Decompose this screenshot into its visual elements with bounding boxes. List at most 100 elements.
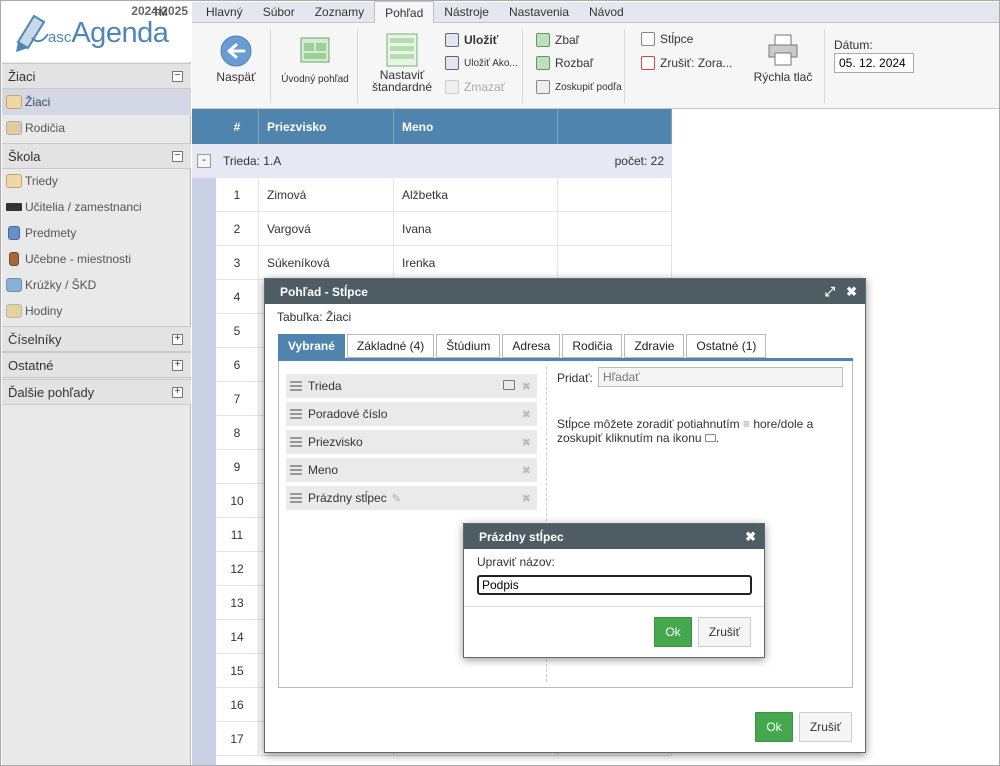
collapse-icon[interactable]: − [172, 151, 183, 162]
group-collapse-icon[interactable]: - [197, 154, 211, 168]
sidebar-item-ucitelia[interactable]: Učitelia / zamestnanci [2, 194, 191, 220]
back-button[interactable]: Naspäť [212, 35, 260, 84]
cancel-button[interactable]: Zrušiť [698, 617, 751, 647]
column-item[interactable]: Prázdny stĺpec ✎ ✖ [286, 486, 537, 510]
column-name-field[interactable] [477, 575, 752, 595]
column-item[interactable]: Poradové číslo ✖ [286, 402, 537, 426]
remove-icon[interactable]: ✖ [522, 464, 531, 477]
back-label: Naspäť [216, 70, 256, 84]
remove-icon[interactable]: ✖ [522, 436, 531, 449]
cell-num: 9 [216, 450, 259, 483]
remove-icon[interactable]: ✖ [522, 380, 531, 393]
col-header-number[interactable]: # [216, 109, 259, 144]
group-icon [536, 80, 550, 94]
sidebar-item-ucebne[interactable]: Učebne - miestnosti [2, 246, 191, 272]
set-default-button[interactable]: Nastaviť štandardné [366, 33, 438, 93]
cell-num: 5 [216, 314, 259, 347]
maximize-icon[interactable]: ⤢ [825, 284, 835, 300]
remove-icon[interactable]: ✖ [522, 492, 531, 505]
drag-handle-icon[interactable] [290, 437, 302, 447]
pencil-icon[interactable]: ✎ [392, 492, 401, 505]
drag-handle-icon[interactable] [290, 493, 302, 503]
tab-ostatne[interactable]: Ostatné (1) [686, 334, 767, 358]
dialog-titlebar[interactable]: Pohľad - Stĺpce ⤢ ✖ [265, 279, 865, 304]
close-icon[interactable]: ✖ [846, 284, 857, 300]
tab-nastavenia[interactable]: Nastavenia [499, 1, 579, 22]
sidebar-item-triedy[interactable]: Triedy [2, 168, 191, 194]
tab-navod[interactable]: Návod [579, 1, 634, 22]
tab-zakladne[interactable]: Základné (4) [346, 334, 435, 358]
tab-zdravie[interactable]: Zdravie [624, 334, 685, 358]
folder-icon[interactable] [503, 380, 515, 390]
tab-vybrane[interactable]: Vybrané [278, 334, 345, 358]
sidebar-section-dalsie-pohlady[interactable]: Ďalšie pohľady + [2, 379, 191, 405]
sidebar-section-ostatne[interactable]: Ostatné + [2, 352, 191, 378]
tab-rodicia[interactable]: Rodičia [562, 334, 623, 358]
quick-print-button[interactable]: Rýchla tlač [750, 33, 816, 84]
table-row[interactable]: 3 Súkeníková Irenka [216, 246, 672, 280]
tab-nastroje[interactable]: Nástroje [434, 1, 499, 22]
col-header-name[interactable]: Meno [394, 109, 558, 144]
column-item-label: Trieda [308, 379, 342, 393]
col-header-surname[interactable]: Priezvisko [259, 109, 394, 144]
column-item[interactable]: Trieda ✖ [286, 374, 537, 398]
hint-part: . [715, 431, 720, 445]
tab-studium[interactable]: Štúdium [436, 334, 501, 358]
group-row[interactable]: - Trieda: 1.A počet: 22 [192, 144, 672, 178]
table-row[interactable]: 1 Zimová Alžbetka [216, 178, 672, 212]
expand-icon[interactable]: + [172, 334, 183, 345]
tab-zoznamy[interactable]: Zoznamy [305, 1, 374, 22]
brand-prefix: asc [48, 29, 72, 46]
sidebar-item-hodiny[interactable]: Hodiny [2, 298, 191, 324]
lessons-icon [6, 304, 22, 318]
column-item[interactable]: Meno ✖ [286, 458, 537, 482]
delete-button[interactable]: Zmazať [445, 80, 505, 94]
sidebar-item-predmety[interactable]: Predmety [2, 220, 191, 246]
sidebar-section-ziaci[interactable]: Žiaci − [2, 63, 191, 89]
save-as-button[interactable]: Uložiť Ako... [445, 56, 518, 70]
columns-button[interactable]: Stĺpce [641, 32, 693, 46]
table-row[interactable]: 2 Vargová Ivana [216, 212, 672, 246]
date-label: Dátum: [834, 38, 873, 52]
search-input[interactable] [598, 367, 843, 387]
save-button[interactable]: Uložiť [445, 33, 498, 47]
drag-handle-icon[interactable] [290, 381, 302, 391]
columns-dialog: Pohľad - Stĺpce ⤢ ✖ Tabuľka: Žiaci Vybra… [264, 278, 866, 753]
subdialog-titlebar[interactable]: Prázdny stĺpec ✖ [464, 524, 764, 549]
close-icon[interactable]: ✖ [745, 529, 756, 545]
tab-hlavny[interactable]: Hlavný [196, 1, 253, 22]
home-view-button[interactable]: Úvodný pohľad [280, 37, 350, 85]
sidebar-item-kruzky[interactable]: Krúžky / ŠKD [2, 272, 191, 298]
tab-adresa[interactable]: Adresa [502, 334, 561, 358]
column-item[interactable]: Priezvisko ✖ [286, 430, 537, 454]
tab-subor[interactable]: Súbor [253, 1, 305, 22]
subdialog-title: Prázdny stĺpec [479, 529, 564, 544]
remove-icon[interactable]: ✖ [522, 408, 531, 421]
cancel-sort-button[interactable]: Zrušiť: Zora... [641, 56, 733, 70]
tab-pohlad[interactable]: Pohľad [374, 1, 435, 23]
expand-all-button[interactable]: Rozbaľ [536, 56, 593, 70]
default-view-icon [386, 33, 418, 67]
collapse-all-button[interactable]: Zbaľ [536, 33, 579, 47]
date-field[interactable] [834, 53, 914, 73]
drag-handle-icon[interactable] [290, 409, 302, 419]
cancel-button[interactable]: Zrušiť [799, 712, 852, 742]
collapse-icon[interactable]: − [172, 71, 183, 82]
ok-button[interactable]: Ok [654, 617, 692, 647]
sidebar-item-rodicia[interactable]: Rodičia [2, 115, 191, 141]
ribbon-divider [824, 29, 825, 103]
expand-icon[interactable]: + [172, 360, 183, 371]
ok-button[interactable]: Ok [755, 712, 793, 742]
group-by-button[interactable]: Zoskupiť podľa [536, 80, 622, 94]
collapse-label: Zbaľ [555, 33, 580, 47]
cell-empty [558, 212, 672, 245]
cell-name: Ivana [394, 212, 558, 245]
sidebar-section-ciselniky[interactable]: Číselníky + [2, 326, 191, 352]
drag-handle-icon[interactable] [290, 465, 302, 475]
sidebar-section-skola[interactable]: Škola − [2, 143, 191, 169]
cell-num: 4 [216, 280, 259, 313]
cell-num: 17 [216, 722, 259, 755]
expand-icon[interactable]: + [172, 387, 183, 398]
sidebar-item-ziaci[interactable]: Žiaci [2, 89, 191, 115]
hint-part: zoskupiť kliknutím na ikonu [557, 431, 702, 445]
